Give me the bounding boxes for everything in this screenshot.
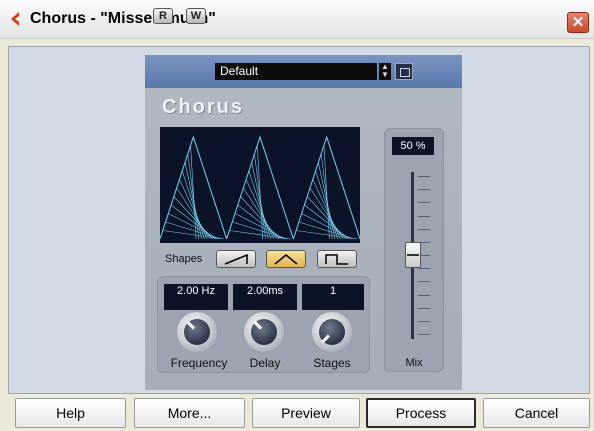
more-button[interactable]: More... [134,398,245,428]
sawtooth-shape-icon [224,253,248,265]
mix-tick [418,320,430,322]
mix-tick [418,268,430,270]
mix-tick [418,334,430,335]
waveform-trace [162,230,224,240]
square-shape-icon [325,254,348,265]
mix-label: Mix [405,357,423,369]
shape-triangle-button[interactable] [266,250,306,268]
waveform-trace [304,204,350,240]
frequency-knob[interactable] [175,310,219,354]
stages-knob[interactable] [310,310,354,354]
delay-knob[interactable] [242,310,286,354]
plugin-title: Chorus [162,96,244,118]
waveform-trace [184,162,202,240]
preview-button[interactable]: Preview [252,398,360,428]
waveform-trace [248,170,272,240]
write-automation-button[interactable]: W [186,8,206,24]
stages-label: Stages [313,356,351,370]
waveform-trace [296,230,358,240]
shape-square-button[interactable] [317,250,357,268]
process-button[interactable]: Process [366,398,476,428]
mix-tick [418,202,430,204]
frequency-readout[interactable]: 2.00 Hz [164,284,228,310]
mix-tick [418,307,430,309]
help-button[interactable]: Help [15,398,126,428]
cancel-button[interactable]: Cancel [483,398,590,428]
waveform-trace [229,230,291,240]
waveform-trace [181,170,205,240]
mix-tick [418,294,430,296]
shape-sawtooth-button[interactable] [216,250,256,268]
triangle-shape-icon [274,254,298,265]
title-bar: Chorus - "Misses much" ✕ [0,0,594,39]
delay-readout[interactable]: 2.00ms [233,284,297,310]
save-preset-button[interactable] [395,63,413,80]
preset-name-field[interactable]: Default [215,63,377,80]
mix-tick [418,215,430,217]
mix-tick [418,189,430,191]
waveform-trace [237,204,283,240]
save-icon [400,68,410,77]
mix-tick [418,228,430,230]
read-automation-button[interactable]: R [153,8,173,24]
chevron-down-icon: ▼ [381,70,389,79]
close-button[interactable]: ✕ [567,12,589,33]
waveform-trace [318,162,336,240]
waveform-trace [170,204,216,240]
cubase-logo-icon [11,12,19,26]
mix-readout[interactable]: 50 % [392,137,434,155]
mix-slider-thumb[interactable] [405,242,421,268]
waveform-trace [315,170,339,240]
preset-stepper[interactable]: ▲ ▼ [379,63,391,80]
mix-tick [418,176,430,177]
waveform-trace [251,162,269,240]
delay-label: Delay [249,356,281,370]
stages-readout[interactable]: 1 [302,284,364,310]
shapes-label: Shapes [165,253,203,265]
frequency-label: Frequency [170,356,228,370]
mix-tick [418,281,430,283]
close-icon: ✕ [571,14,585,31]
lfo-waveform-display [160,127,360,243]
